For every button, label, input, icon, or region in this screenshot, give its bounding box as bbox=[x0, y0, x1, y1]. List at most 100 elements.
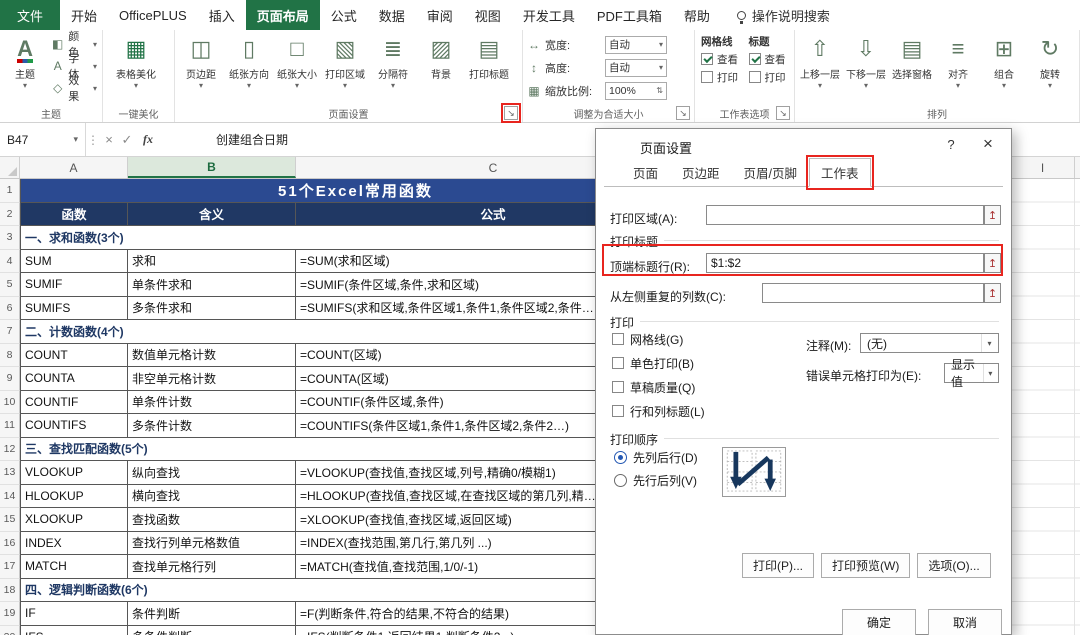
ribbon-tab-help[interactable]: 帮助 bbox=[673, 0, 721, 30]
scale-dialog-launcher-icon[interactable]: ↘ bbox=[676, 106, 690, 120]
table-beautify-button[interactable]: ▦ 表格美化 ▾ bbox=[105, 33, 167, 104]
top-title-rows-input[interactable]: $1:$2 bbox=[706, 253, 984, 273]
ribbon-tab-home[interactable]: 开始 bbox=[60, 0, 108, 30]
cell-B2[interactable]: 含义 bbox=[128, 202, 296, 226]
cell-B5[interactable]: 单条件求和 bbox=[128, 273, 296, 297]
themes-button[interactable]: A 主题 ▾ bbox=[2, 33, 48, 104]
over-then-down-radio[interactable]: 先行后列(V) bbox=[614, 469, 698, 492]
row-header-11[interactable]: 11 bbox=[0, 414, 20, 438]
ribbon-tab-officeplus[interactable]: OfficePLUS bbox=[108, 0, 198, 30]
ribbon-tab-developer[interactable]: 开发工具 bbox=[512, 0, 586, 30]
cell-A6[interactable]: SUMIFS bbox=[20, 296, 128, 320]
category-cell-row3[interactable]: 一、求和函数(3个) bbox=[20, 226, 691, 250]
cell-B19[interactable]: 条件判断 bbox=[128, 602, 296, 626]
row-header-2[interactable]: 2 bbox=[0, 202, 20, 226]
row-header-17[interactable]: 17 bbox=[0, 555, 20, 579]
row-header-4[interactable]: 4 bbox=[0, 249, 20, 273]
cell-B10[interactable]: 单条件计数 bbox=[128, 390, 296, 414]
column-header-A[interactable]: A bbox=[20, 157, 128, 178]
cell-B8[interactable]: 数值单元格计数 bbox=[128, 343, 296, 367]
enter-icon[interactable]: ✓ bbox=[118, 132, 136, 148]
print-area-input[interactable] bbox=[706, 205, 984, 225]
row-header-13[interactable]: 13 bbox=[0, 461, 20, 485]
cell-A10[interactable]: COUNTIF bbox=[20, 390, 128, 414]
cell-A9[interactable]: COUNTA bbox=[20, 367, 128, 391]
row-header-3[interactable]: 3 bbox=[0, 226, 20, 250]
ribbon-tab-page-layout[interactable]: 页面布局 bbox=[245, 0, 320, 30]
collapse-dialog-icon[interactable]: ↥ bbox=[984, 283, 1001, 303]
column-header-I[interactable]: I bbox=[1011, 157, 1075, 178]
cell-A15[interactable]: XLOOKUP bbox=[20, 508, 128, 532]
row-header-12[interactable]: 12 bbox=[0, 437, 20, 461]
row-header-15[interactable]: 15 bbox=[0, 508, 20, 532]
comments-dropdown[interactable]: (无) ▾ bbox=[860, 333, 999, 353]
row-header-9[interactable]: 9 bbox=[0, 367, 20, 391]
cell-A13[interactable]: VLOOKUP bbox=[20, 461, 128, 485]
rotate-button[interactable]: ↻ 旋转 ▾ bbox=[1027, 33, 1073, 104]
headings-view-checkbox[interactable]: 查看 bbox=[748, 50, 789, 68]
ribbon-tab-data[interactable]: 数据 bbox=[368, 0, 416, 30]
options-button[interactable]: 选项(O)... bbox=[917, 553, 991, 578]
selection-pane-button[interactable]: ▤ 选择窗格 bbox=[889, 33, 935, 104]
category-cell-row7[interactable]: 二、计数函数(4个) bbox=[20, 320, 691, 344]
sheet-options-dialog-launcher-icon[interactable]: ↘ bbox=[776, 106, 790, 120]
tell-me-search[interactable]: 操作说明搜索 bbox=[736, 0, 830, 30]
cell-B16[interactable]: 查找行列单元格数值 bbox=[128, 531, 296, 555]
dialog-tab-header-footer[interactable]: 页眉/页脚 bbox=[732, 158, 809, 187]
headings-print-checkbox[interactable]: 打印 bbox=[748, 68, 789, 86]
page-setup-dialog-launcher-icon[interactable]: ↘ bbox=[501, 103, 521, 123]
select-all-corner[interactable] bbox=[0, 157, 20, 178]
paper-size-button[interactable]: □ 纸张大小 ▾ bbox=[273, 33, 321, 104]
ribbon-tab-insert[interactable]: 插入 bbox=[198, 0, 246, 30]
dialog-tab-sheet[interactable]: 工作表 bbox=[806, 155, 874, 190]
cell-A14[interactable]: HLOOKUP bbox=[20, 484, 128, 508]
theme-effects-button[interactable]: ◇ 效果 ▾ bbox=[48, 75, 100, 103]
ribbon-tab-pdf-tools[interactable]: PDF工具箱 bbox=[586, 0, 673, 30]
row-header-8[interactable]: 8 bbox=[0, 343, 20, 367]
tab-file[interactable]: 文件 bbox=[0, 0, 61, 30]
send-backward-button[interactable]: ⇩ 下移一层 ▾ bbox=[843, 33, 889, 104]
row-header-20[interactable]: 20 bbox=[0, 625, 20, 635]
cell-A20[interactable]: IFS bbox=[20, 625, 128, 635]
cancel-button[interactable]: 取消 bbox=[928, 609, 1002, 635]
left-columns-input[interactable] bbox=[762, 283, 984, 303]
cell-A4[interactable]: SUM bbox=[20, 249, 128, 273]
row-header-18[interactable]: 18 bbox=[0, 578, 20, 602]
formula-bar-handle-icon[interactable]: ⋮ bbox=[86, 133, 100, 147]
gridlines-print-checkbox[interactable]: 打印 bbox=[701, 68, 741, 86]
background-button[interactable]: ▨ 背景 bbox=[417, 33, 465, 104]
row-header-6[interactable]: 6 bbox=[0, 296, 20, 320]
cell-errors-dropdown[interactable]: 显示值 ▾ bbox=[944, 358, 999, 389]
margins-button[interactable]: ◫ 页边距 ▾ bbox=[177, 33, 225, 104]
black-and-white-checkbox[interactable]: 单色打印(B) bbox=[612, 351, 705, 375]
cell-B14[interactable]: 横向查找 bbox=[128, 484, 296, 508]
cell-A5[interactable]: SUMIF bbox=[20, 273, 128, 297]
row-header-14[interactable]: 14 bbox=[0, 484, 20, 508]
cell-B20[interactable]: 多条件判断 bbox=[128, 625, 296, 635]
height-combo[interactable]: 自动 ▾ bbox=[605, 58, 667, 77]
insert-function-icon[interactable]: fx bbox=[136, 132, 160, 147]
cell-A2[interactable]: 函数 bbox=[20, 202, 128, 226]
print-area-button[interactable]: ▧ 打印区域 ▾ bbox=[321, 33, 369, 104]
ribbon-tab-review[interactable]: 审阅 bbox=[416, 0, 464, 30]
draft-quality-checkbox[interactable]: 草稿质量(Q) bbox=[612, 375, 705, 399]
category-cell-row12[interactable]: 三、查找匹配函数(5个) bbox=[20, 437, 691, 461]
group-button[interactable]: ⊞ 组合 ▾ bbox=[981, 33, 1027, 104]
row-header-7[interactable]: 7 bbox=[0, 320, 20, 344]
ribbon-tab-formulas[interactable]: 公式 bbox=[320, 0, 368, 30]
cell-B17[interactable]: 查找单元格行列 bbox=[128, 555, 296, 579]
cell-B9[interactable]: 非空单元格计数 bbox=[128, 367, 296, 391]
category-cell-row18[interactable]: 四、逻辑判断函数(6个) bbox=[20, 578, 691, 602]
name-box[interactable]: B47 ▾ bbox=[0, 123, 86, 156]
breaks-button[interactable]: ≣ 分隔符 ▾ bbox=[369, 33, 417, 104]
cell-A11[interactable]: COUNTIFS bbox=[20, 414, 128, 438]
cell-A16[interactable]: INDEX bbox=[20, 531, 128, 555]
align-button[interactable]: ≡ 对齐 ▾ bbox=[935, 33, 981, 104]
collapse-dialog-icon[interactable]: ↥ bbox=[984, 205, 1001, 225]
width-combo[interactable]: 自动 ▾ bbox=[605, 35, 667, 54]
ribbon-tab-view[interactable]: 视图 bbox=[464, 0, 512, 30]
cancel-icon[interactable]: × bbox=[100, 132, 118, 147]
help-icon[interactable]: ? bbox=[943, 137, 959, 152]
cell-B4[interactable]: 求和 bbox=[128, 249, 296, 273]
print-button[interactable]: 打印(P)... bbox=[742, 553, 814, 578]
